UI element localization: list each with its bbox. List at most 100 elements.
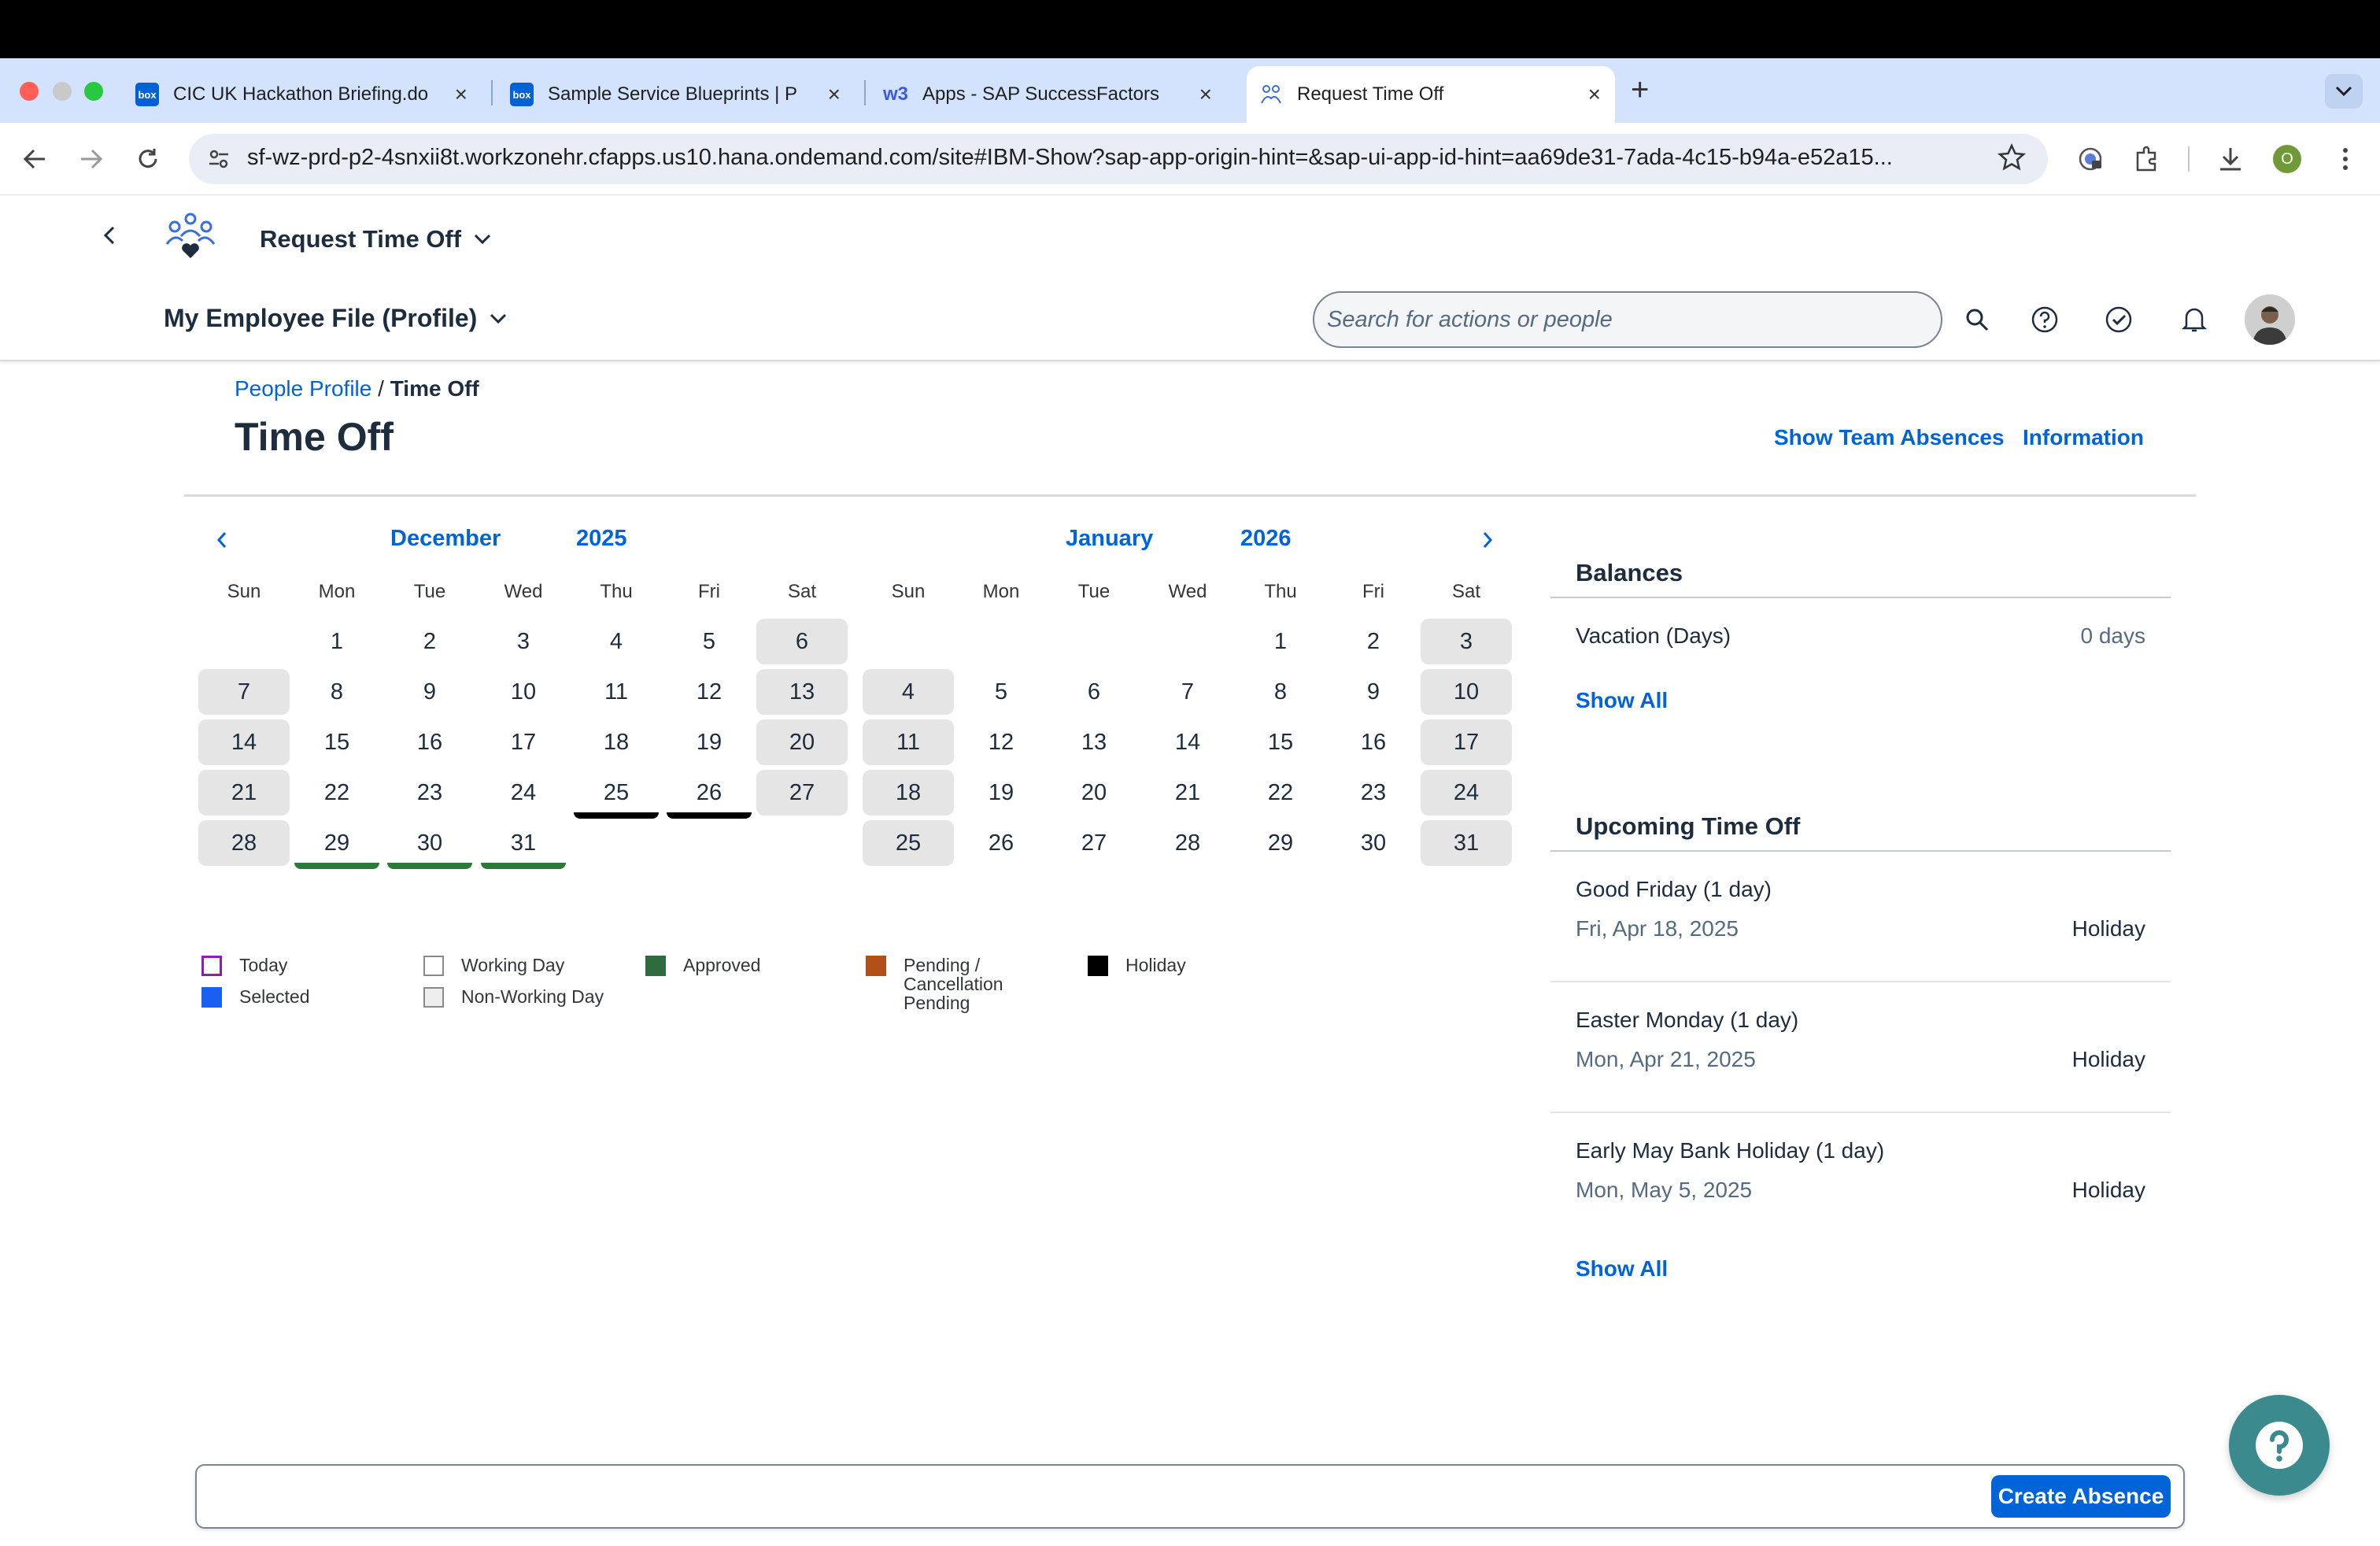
year-button[interactable]: 2026: [1240, 526, 1292, 552]
browser-profile-avatar[interactable]: O: [2273, 145, 2301, 173]
calendar-day[interactable]: 24: [478, 770, 569, 816]
shell-back-icon[interactable]: [98, 224, 121, 251]
calendar-day[interactable]: 2: [384, 619, 475, 664]
calendar-day[interactable]: 20: [1048, 770, 1140, 816]
balances-show-all-link[interactable]: Show All: [1576, 688, 1668, 713]
window-minimize-button[interactable]: [53, 82, 72, 101]
calendar-day[interactable]: 30: [384, 820, 475, 869]
forward-icon[interactable]: [74, 142, 109, 176]
calendar-day[interactable]: 3: [1421, 619, 1512, 664]
calendar-day[interactable]: 2: [1328, 619, 1419, 664]
calendar-day[interactable]: 11: [863, 719, 954, 765]
calendar-day[interactable]: 11: [571, 669, 662, 715]
next-month-icon[interactable]: [1473, 526, 1502, 554]
profile-menu[interactable]: My Employee File (Profile): [164, 304, 507, 333]
close-tab-icon[interactable]: ×: [1588, 83, 1601, 105]
calendar-day[interactable]: 9: [384, 669, 475, 715]
close-tab-icon[interactable]: ×: [455, 83, 468, 105]
calendar-day[interactable]: 10: [478, 669, 569, 715]
calendar-day[interactable]: 27: [756, 770, 848, 816]
calendar-day[interactable]: 3: [478, 619, 569, 664]
calendar-day[interactable]: 19: [955, 770, 1047, 816]
search-icon[interactable]: [1960, 302, 1994, 337]
calendar-day[interactable]: 19: [663, 719, 755, 765]
calendar-day[interactable]: 16: [1328, 719, 1419, 765]
close-tab-icon[interactable]: ×: [1199, 83, 1212, 105]
month-button[interactable]: December: [390, 526, 501, 552]
app-title-menu[interactable]: Request Time Off: [260, 225, 491, 253]
password-manager-icon[interactable]: [2073, 142, 2108, 176]
breadcrumb-link-people-profile[interactable]: People Profile: [235, 376, 371, 401]
help-fab-button[interactable]: [2229, 1395, 2330, 1496]
calendar-day[interactable]: 12: [663, 669, 755, 715]
calendar-day[interactable]: 25: [571, 770, 662, 819]
extensions-icon[interactable]: [2130, 142, 2164, 176]
month-button[interactable]: January: [1066, 526, 1153, 552]
calendar-day[interactable]: 29: [291, 820, 382, 869]
browser-tab[interactable]: w3 Apps - SAP SuccessFactors ×: [883, 66, 1226, 123]
bookmark-star-icon[interactable]: [1997, 142, 2027, 176]
bell-icon[interactable]: [2177, 302, 2212, 337]
browser-menu-icon[interactable]: [2328, 142, 2363, 176]
calendar-day[interactable]: 5: [955, 669, 1047, 715]
calendar-day[interactable]: 16: [384, 719, 475, 765]
calendar-day[interactable]: 22: [1235, 770, 1326, 816]
calendar-day[interactable]: 23: [384, 770, 475, 816]
browser-tab-active[interactable]: Request Time Off ×: [1247, 66, 1615, 123]
create-absence-button[interactable]: Create Absence: [1991, 1475, 2171, 1518]
calendar-day[interactable]: 31: [1421, 820, 1512, 866]
calendar-day[interactable]: 4: [571, 619, 662, 664]
people-logo-icon[interactable]: [164, 209, 217, 267]
window-zoom-button[interactable]: [84, 82, 103, 101]
search-input[interactable]: [1314, 293, 1941, 346]
upcoming-show-all-link[interactable]: Show All: [1576, 1256, 1668, 1282]
tab-search-button[interactable]: [2325, 74, 2363, 109]
calendar-day[interactable]: 18: [571, 719, 662, 765]
calendar-day[interactable]: 15: [1235, 719, 1326, 765]
site-info-icon[interactable]: [206, 146, 231, 172]
calendar-day[interactable]: 30: [1328, 820, 1419, 866]
calendar-day[interactable]: 20: [756, 719, 848, 765]
calendar-day[interactable]: 14: [1142, 719, 1233, 765]
calendar-day[interactable]: 6: [756, 619, 848, 664]
calendar-day[interactable]: 28: [1142, 820, 1233, 866]
calendar-day[interactable]: 1: [291, 619, 382, 664]
url-text[interactable]: sf-wz-prd-p2-4snxii8t.workzonehr.cfapps.…: [247, 145, 1979, 171]
calendar-day[interactable]: 24: [1421, 770, 1512, 816]
calendar-day[interactable]: 18: [863, 770, 954, 816]
calendar-day[interactable]: 23: [1328, 770, 1419, 816]
calendar-day[interactable]: 9: [1328, 669, 1419, 715]
calendar-day[interactable]: 10: [1421, 669, 1512, 715]
calendar-day[interactable]: 25: [863, 820, 954, 866]
browser-tab[interactable]: box Sample Service Blueprints | P ×: [510, 66, 855, 123]
calendar-day[interactable]: 29: [1235, 820, 1326, 866]
previous-month-icon[interactable]: [208, 526, 236, 554]
close-tab-icon[interactable]: ×: [828, 83, 841, 105]
calendar-day[interactable]: 14: [198, 719, 290, 765]
search-field[interactable]: [1313, 291, 1942, 348]
check-circle-icon[interactable]: [2101, 302, 2136, 337]
calendar-day[interactable]: 8: [291, 669, 382, 715]
calendar-day[interactable]: 8: [1235, 669, 1326, 715]
information-link[interactable]: Information: [2023, 425, 2144, 450]
calendar-day[interactable]: 26: [955, 820, 1047, 866]
calendar-day[interactable]: 31: [478, 820, 569, 869]
calendar-day[interactable]: 26: [663, 770, 755, 819]
calendar-day[interactable]: 21: [198, 770, 290, 816]
new-tab-button[interactable]: +: [1631, 72, 1649, 108]
year-button[interactable]: 2025: [576, 526, 627, 552]
calendar-day[interactable]: 13: [1048, 719, 1140, 765]
calendar-day[interactable]: 17: [478, 719, 569, 765]
calendar-day[interactable]: 1: [1235, 619, 1326, 664]
calendar-day[interactable]: 15: [291, 719, 382, 765]
show-team-absences-link[interactable]: Show Team Absences: [1774, 425, 2005, 450]
calendar-day[interactable]: 6: [1048, 669, 1140, 715]
calendar-day[interactable]: 21: [1142, 770, 1233, 816]
calendar-day[interactable]: 17: [1421, 719, 1512, 765]
help-icon[interactable]: [2027, 302, 2062, 337]
calendar-day[interactable]: 13: [756, 669, 848, 715]
browser-tab[interactable]: box CIC UK Hackathon Briefing.do ×: [135, 66, 482, 123]
calendar-day[interactable]: 4: [863, 669, 954, 715]
calendar-day[interactable]: 12: [955, 719, 1047, 765]
calendar-day[interactable]: 28: [198, 820, 290, 866]
